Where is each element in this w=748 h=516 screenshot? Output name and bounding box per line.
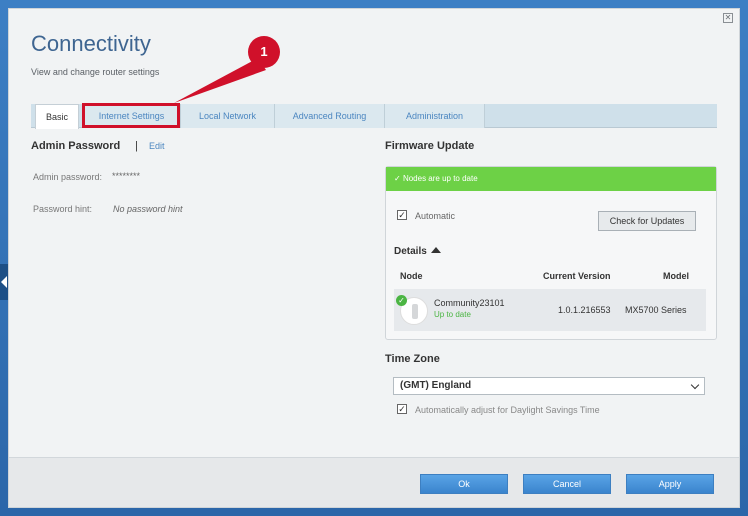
callout-number-badge: 1 xyxy=(248,36,280,68)
callout-arrow xyxy=(174,58,266,103)
callout-highlight-box xyxy=(82,103,180,128)
callout-pointer xyxy=(174,58,266,103)
